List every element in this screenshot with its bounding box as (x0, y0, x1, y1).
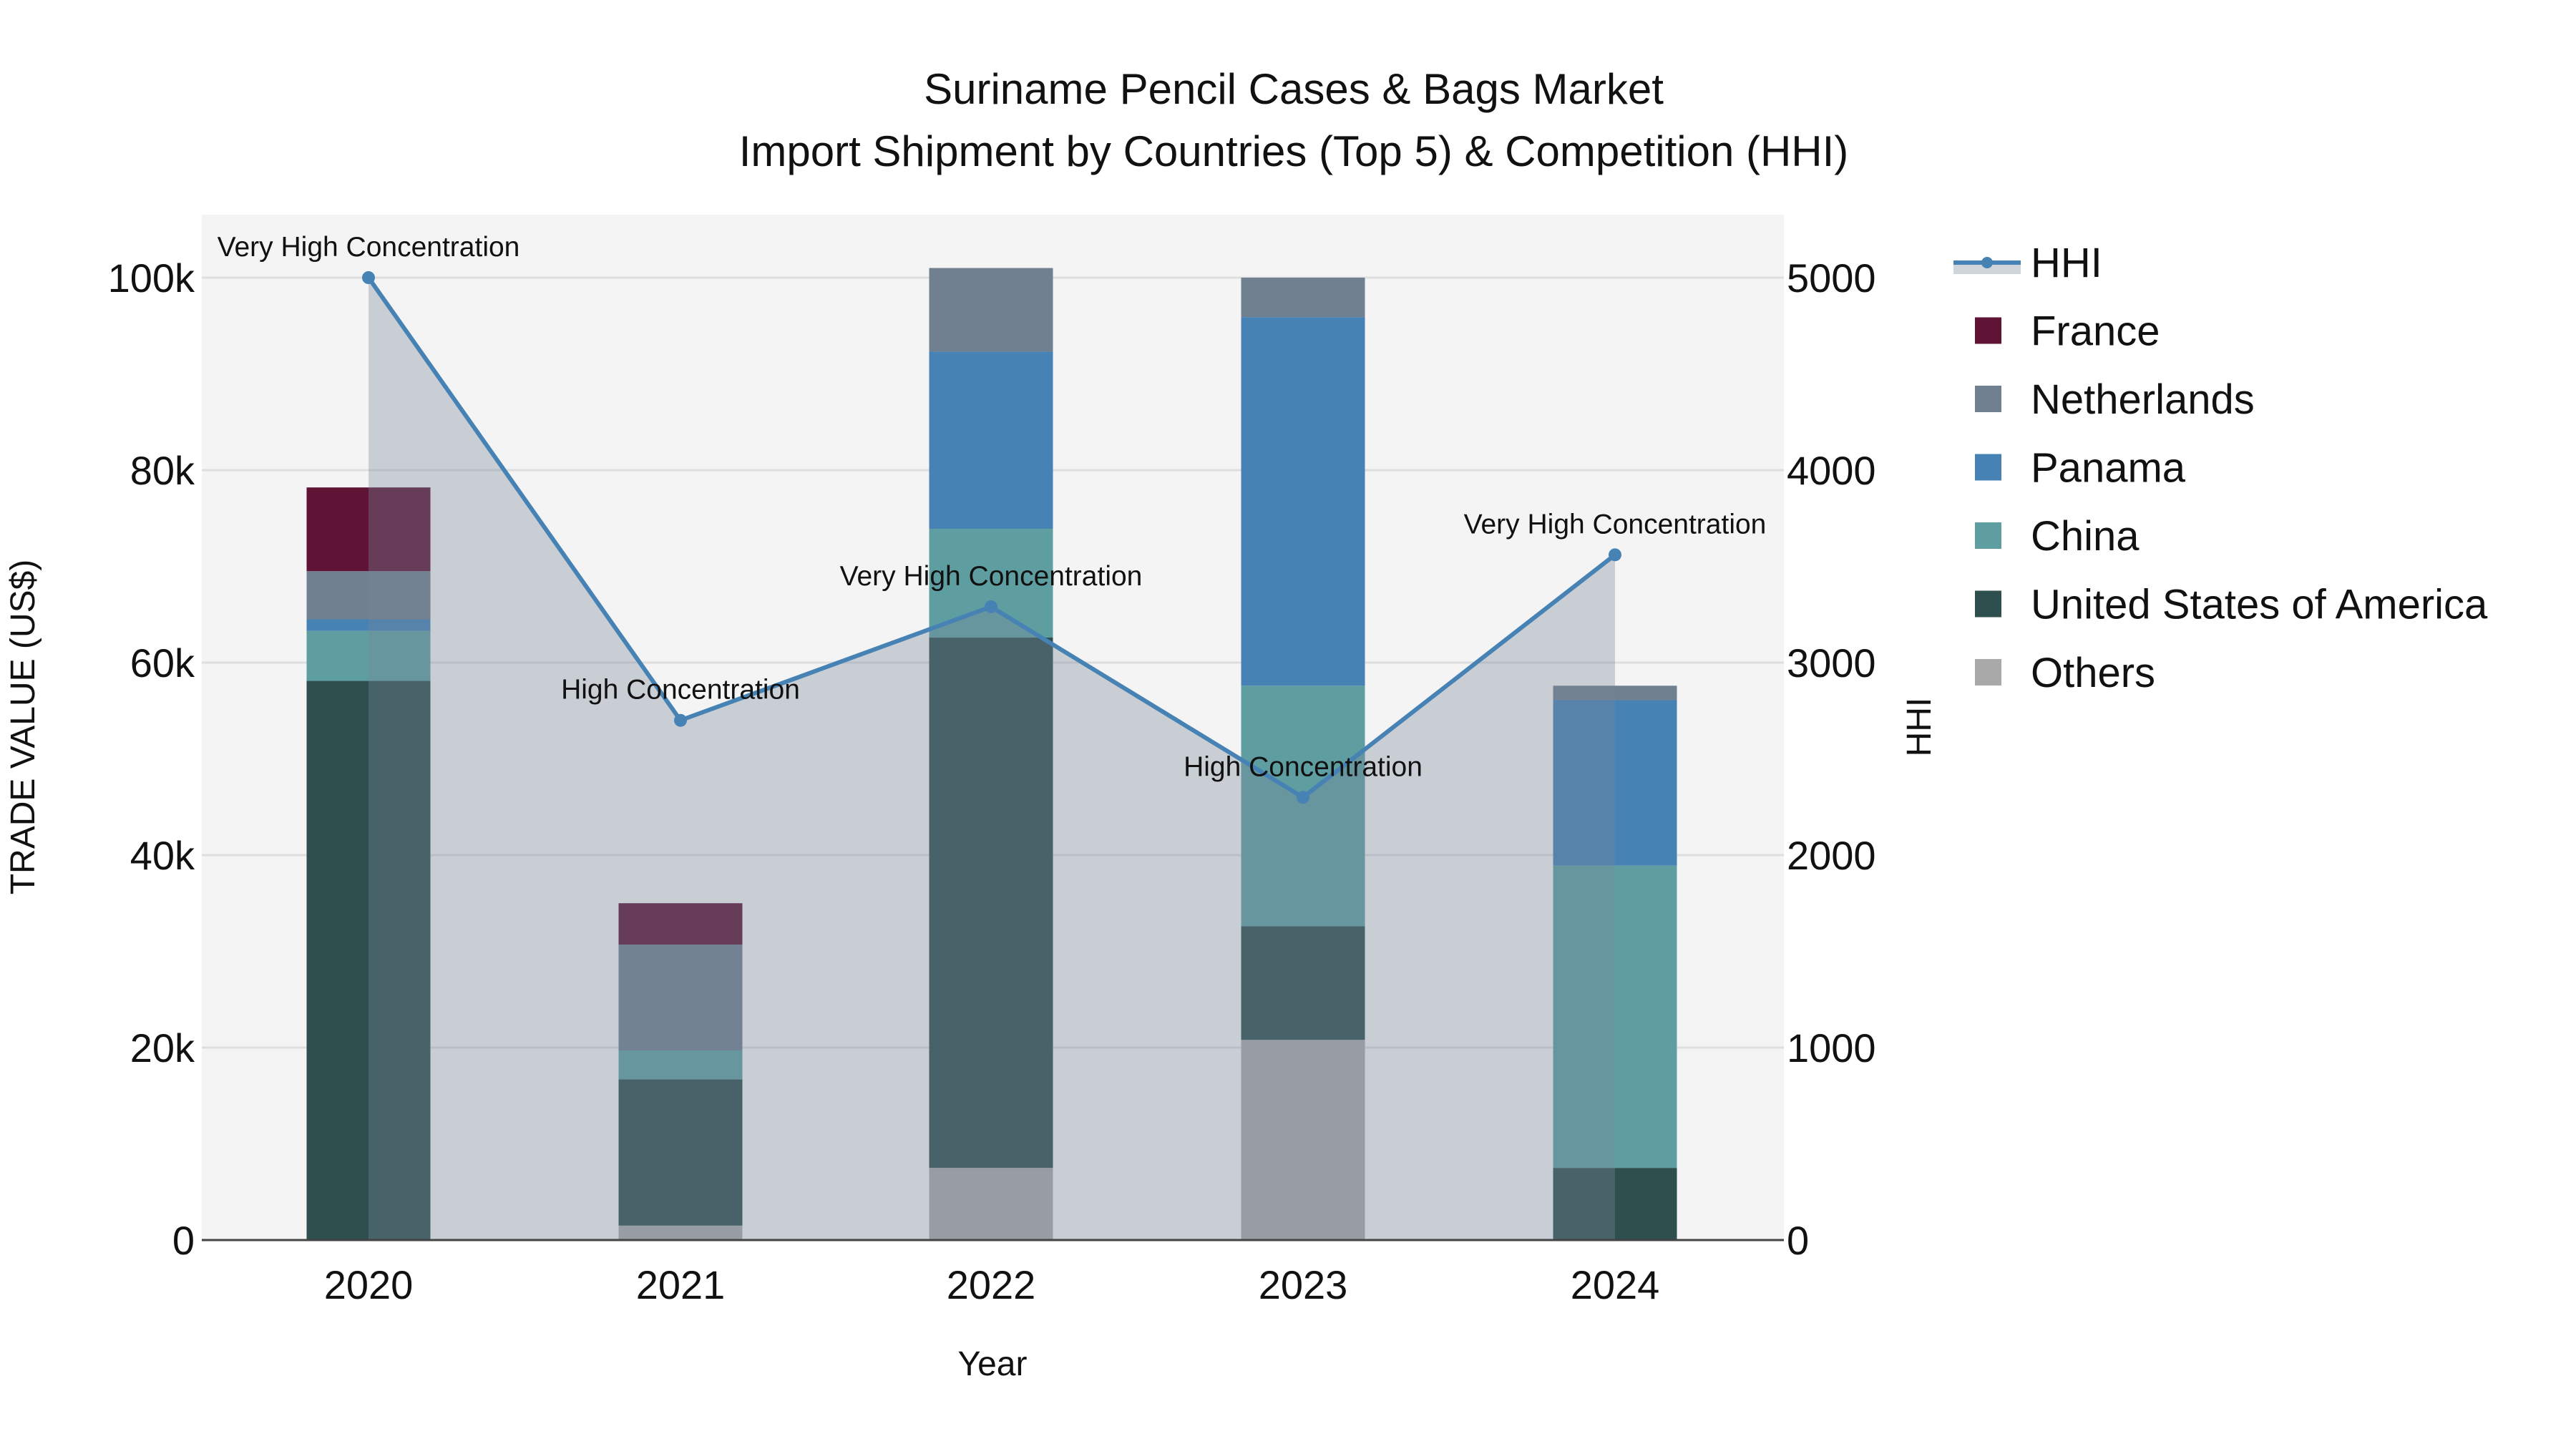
hhi-annotation: High Concentration (1184, 751, 1423, 782)
y2-tick-label: 2000 (1787, 833, 1876, 878)
legend-swatch-china (1975, 522, 2001, 549)
y-tick-label: 60k (130, 640, 195, 686)
bar-netherlands-2023 (1241, 278, 1365, 318)
hhi-annotation: High Concentration (561, 675, 800, 706)
y2-tick-label: 0 (1787, 1218, 1809, 1263)
bar-panama-2023 (1241, 317, 1365, 686)
y-tick-label: 40k (130, 833, 195, 878)
chart: Very High Concentration High Concentratio… (4, 65, 2488, 1383)
hhi-point-2020 (362, 271, 375, 284)
chart-title-line2: Import Shipment by Countries (Top 5) & C… (739, 127, 1849, 175)
x-axis-title: Year (958, 1345, 1028, 1383)
y-tick-label: 80k (130, 448, 195, 493)
legend-label-others[interactable]: Others (2031, 650, 2155, 696)
hhi-annotation: Very High Concentration (218, 232, 520, 263)
hhi-point-2021 (674, 713, 687, 727)
bar-panama-2022 (929, 351, 1053, 530)
hhi-annotation: Very High Concentration (1464, 509, 1767, 540)
legend-swatch-panama (1975, 454, 2001, 481)
y-tick-label: 100k (108, 255, 195, 301)
y-tick-label: 20k (130, 1025, 195, 1070)
y2-axis-title: HHI (1901, 698, 1938, 757)
legend-swatch-united-states-of-america (1975, 590, 2001, 618)
bar-netherlands-2022 (929, 268, 1053, 352)
y-axis-title: TRADE VALUE (US$) (4, 560, 42, 895)
y2-tick-label: 4000 (1787, 448, 1876, 493)
x-tick-label: 2022 (947, 1262, 1036, 1307)
legend-hhi-marker (1981, 257, 1993, 268)
hhi-annotation: Very High Concentration (840, 561, 1143, 592)
legend-swatch-others (1975, 659, 2001, 686)
x-tick-label: 2021 (636, 1262, 726, 1307)
y2-tick-label: 1000 (1787, 1025, 1876, 1070)
x-tick-label: 2020 (324, 1262, 414, 1307)
legend-label-netherlands[interactable]: Netherlands (2031, 376, 2255, 423)
y2-tick-label: 5000 (1787, 255, 1876, 301)
legend-label-france[interactable]: France (2031, 308, 2160, 355)
legend: HHI France Netherlands Panama China United St… (1953, 240, 2488, 696)
y-tick-label: 0 (172, 1218, 195, 1263)
x-tick-label: 2024 (1571, 1262, 1660, 1307)
legend-swatch-netherlands (1975, 386, 2001, 412)
legend-label-china[interactable]: China (2031, 513, 2140, 560)
legend-label-united-states-of-america[interactable]: United States of America (2031, 582, 2488, 628)
hhi-point-2024 (1609, 548, 1621, 562)
hhi-point-2022 (985, 600, 997, 613)
legend-label-hhi[interactable]: HHI (2031, 240, 2102, 286)
legend-label-panama[interactable]: Panama (2031, 445, 2186, 492)
hhi-point-2023 (1297, 791, 1309, 804)
chart-title-line1: Suriname Pencil Cases & Bags Market (924, 65, 1664, 113)
y2-tick-label: 3000 (1787, 640, 1876, 686)
x-tick-label: 2023 (1259, 1262, 1348, 1307)
legend-swatch-france (1975, 317, 2001, 344)
